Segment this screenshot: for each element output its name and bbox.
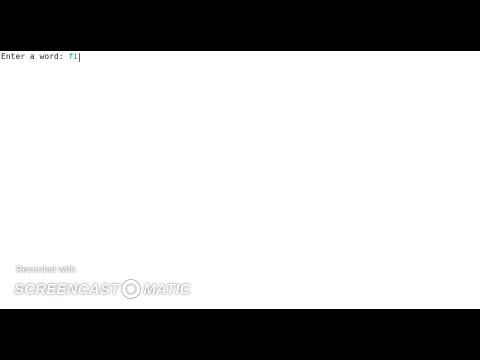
watermark-brand-right: MATIC [143, 280, 191, 298]
console-prompt: Enter a word: [1, 52, 69, 61]
console-prompt-line[interactable]: Enter a word: fi [1, 51, 81, 63]
watermark-brand: SCREENCAST MATIC [14, 278, 191, 300]
watermark-brand-left: SCREENCAST [14, 280, 120, 298]
text-cursor [79, 52, 81, 62]
letterbox-bottom [0, 309, 480, 360]
letterbox-top [0, 0, 480, 51]
recorder-watermark: Recorded with SCREENCAST MATIC [14, 264, 191, 304]
console-input[interactable]: fi [68, 51, 78, 63]
watermark-recorded-with: Recorded with [16, 264, 76, 274]
screen-recording-frame: Enter a word: fi Recorded with SCREENCAS… [0, 0, 480, 360]
screencast-o-matic-logo-icon [120, 278, 142, 300]
